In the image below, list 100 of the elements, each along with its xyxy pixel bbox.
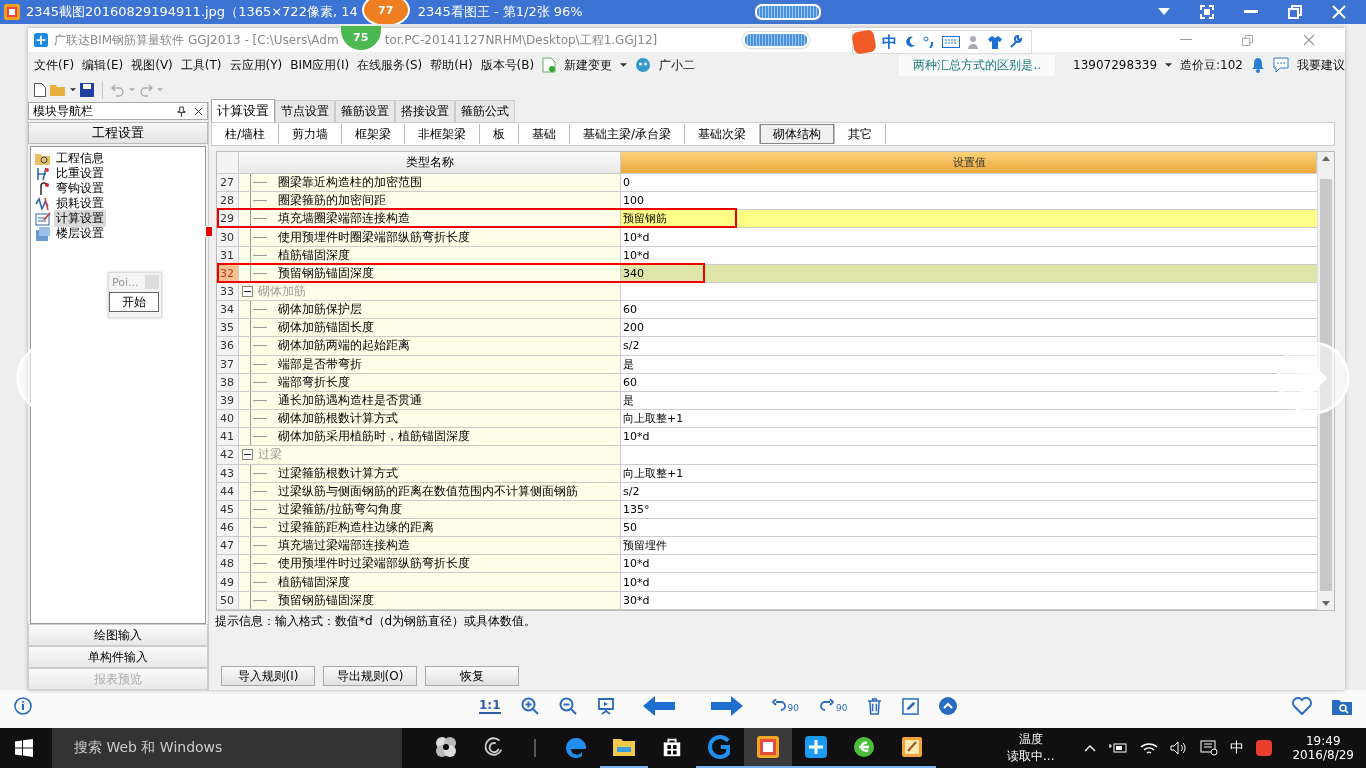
- sub-tab[interactable]: 板: [480, 124, 520, 144]
- chevron-up-icon[interactable]: [1084, 744, 1097, 752]
- shirt-icon[interactable]: [988, 35, 1002, 49]
- new-file-icon[interactable]: [34, 83, 46, 97]
- previous-icon[interactable]: [642, 696, 675, 716]
- menu-item[interactable]: BIM应用(I): [290, 56, 350, 74]
- setting-value[interactable]: 10*d: [621, 573, 1317, 592]
- menu-item[interactable]: 视图(V): [131, 56, 173, 74]
- menu-item[interactable]: 云应用(Y): [229, 56, 283, 74]
- start-button[interactable]: 开始: [109, 292, 159, 312]
- nav-item[interactable]: 损耗设置: [54, 195, 106, 212]
- setting-value[interactable]: 预留埋件: [621, 537, 1317, 556]
- battery-icon[interactable]: [1108, 742, 1129, 754]
- setting-value[interactable]: 预留钢筋: [621, 210, 1317, 229]
- zoom-in-icon[interactable]: [520, 697, 539, 715]
- sogou-icon[interactable]: [1256, 740, 1273, 756]
- tab[interactable]: 箍筋设置: [335, 100, 395, 122]
- scrollbar[interactable]: [1317, 152, 1334, 610]
- sub-tab[interactable]: 非框架梁: [405, 124, 481, 144]
- setting-value[interactable]: 0: [621, 174, 1317, 193]
- sub-tab[interactable]: 剪力墙: [279, 124, 343, 144]
- setting-value[interactable]: 是: [621, 355, 1317, 374]
- menu-item[interactable]: 在线服务(S): [357, 56, 423, 74]
- nav-item[interactable]: 楼层设置: [54, 225, 106, 242]
- next-icon[interactable]: [710, 696, 743, 716]
- nav-section-button[interactable]: 单构件输入: [28, 646, 208, 668]
- edit-icon[interactable]: [902, 697, 920, 715]
- rotate-left-button[interactable]: 90: [770, 699, 799, 713]
- menu-item[interactable]: 版本号(B): [480, 56, 535, 74]
- scroll-down-icon[interactable]: [1322, 600, 1330, 606]
- setting-value[interactable]: 是: [621, 391, 1317, 411]
- menu-item[interactable]: 文件(F): [34, 56, 75, 74]
- keyboard-icon[interactable]: [942, 36, 960, 48]
- setting-value[interactable]: 30*d: [621, 591, 1317, 610]
- menu-item[interactable]: 广小二: [659, 56, 696, 74]
- save-icon[interactable]: [80, 83, 94, 97]
- menu-item[interactable]: 编辑(E): [82, 56, 124, 74]
- account-name[interactable]: 13907298339: [1073, 58, 1158, 72]
- zoom-out-icon[interactable]: [558, 697, 577, 715]
- notice-link[interactable]: 两种汇总方式的区别是..: [899, 54, 1056, 76]
- notification-icon[interactable]: [1200, 740, 1219, 756]
- tab[interactable]: 节点设置: [275, 100, 335, 122]
- section-button[interactable]: 工程设置: [28, 122, 208, 144]
- setting-value[interactable]: 10*d: [621, 228, 1317, 247]
- menu-item[interactable]: 帮助(H): [430, 56, 473, 74]
- setting-value[interactable]: 10*d: [621, 246, 1317, 265]
- sub-tab[interactable]: 基础主梁/承台梁: [570, 124, 686, 144]
- caret-icon[interactable]: [620, 62, 628, 68]
- pin-icon[interactable]: [177, 105, 186, 117]
- fullscreen-icon[interactable]: [1200, 5, 1214, 19]
- moon-icon[interactable]: [904, 36, 916, 48]
- scroll-up-icon[interactable]: [1322, 156, 1330, 161]
- taskbar-app-button[interactable]: [744, 728, 792, 768]
- collapse-icon[interactable]: [242, 286, 253, 297]
- wrench-icon[interactable]: [1009, 35, 1023, 49]
- menu-item[interactable]: 工具(T): [180, 56, 222, 74]
- rotate-right-button[interactable]: 90: [818, 699, 848, 713]
- setting-value[interactable]: 向上取整+1: [621, 410, 1317, 429]
- sub-tab[interactable]: 砌体结构: [760, 124, 836, 144]
- nav-item[interactable]: 计算设置: [54, 210, 106, 227]
- clock-time[interactable]: 19:49: [1305, 734, 1341, 748]
- sub-tab[interactable]: 其它: [835, 124, 887, 144]
- windows-start-icon[interactable]: [15, 739, 33, 757]
- rule-button[interactable]: 导入规则(I): [221, 666, 315, 686]
- sub-tab[interactable]: 框架梁: [342, 124, 406, 144]
- setting-value[interactable]: 10*d: [621, 428, 1317, 447]
- heart-icon[interactable]: [1292, 697, 1312, 715]
- nav-item[interactable]: 工程信息: [54, 150, 106, 167]
- up-icon[interactable]: [939, 697, 958, 715]
- setting-value[interactable]: 向上取整+1: [621, 464, 1317, 483]
- tab[interactable]: 搭接设置: [395, 100, 455, 122]
- bell-icon[interactable]: [1251, 57, 1265, 73]
- setting-value[interactable]: 60: [621, 373, 1317, 392]
- trash-icon[interactable]: [867, 697, 883, 715]
- caret-icon[interactable]: [70, 88, 76, 92]
- ime-mode[interactable]: 中: [882, 32, 897, 52]
- suggest-link[interactable]: 我要建议: [1297, 56, 1345, 74]
- setting-value[interactable]: 60: [621, 301, 1317, 320]
- minimize-icon[interactable]: [1244, 10, 1258, 14]
- tab[interactable]: 箍筋公式: [455, 100, 515, 122]
- setting-value[interactable]: 135°: [621, 500, 1317, 519]
- sub-tab[interactable]: 柱/墙柱: [212, 124, 280, 144]
- setting-value[interactable]: 50: [621, 518, 1317, 538]
- search-field[interactable]: 搜索 Web 和 Windows: [52, 728, 402, 768]
- dropdown-icon[interactable]: [1158, 8, 1170, 16]
- rule-button[interactable]: 导出规则(O): [323, 666, 417, 686]
- tab[interactable]: 计算设置: [211, 99, 275, 122]
- setting-value[interactable]: 200: [621, 319, 1317, 338]
- nav-item[interactable]: 弯钩设置: [54, 180, 106, 197]
- caret-icon[interactable]: [1165, 62, 1173, 68]
- slideshow-icon[interactable]: [596, 697, 615, 715]
- punctuation-icon[interactable]: [923, 36, 935, 48]
- sub-tab[interactable]: 基础: [519, 124, 571, 144]
- collapse-icon[interactable]: [242, 449, 253, 461]
- nav-item[interactable]: 比重设置: [54, 165, 106, 182]
- setting-value[interactable]: 10*d: [621, 555, 1317, 574]
- info-icon[interactable]: [14, 697, 32, 715]
- nav-section-button[interactable]: 绘图输入: [28, 624, 208, 646]
- setting-value[interactable]: s/2: [621, 482, 1317, 501]
- clock-date[interactable]: 2016/8/29: [1292, 748, 1354, 762]
